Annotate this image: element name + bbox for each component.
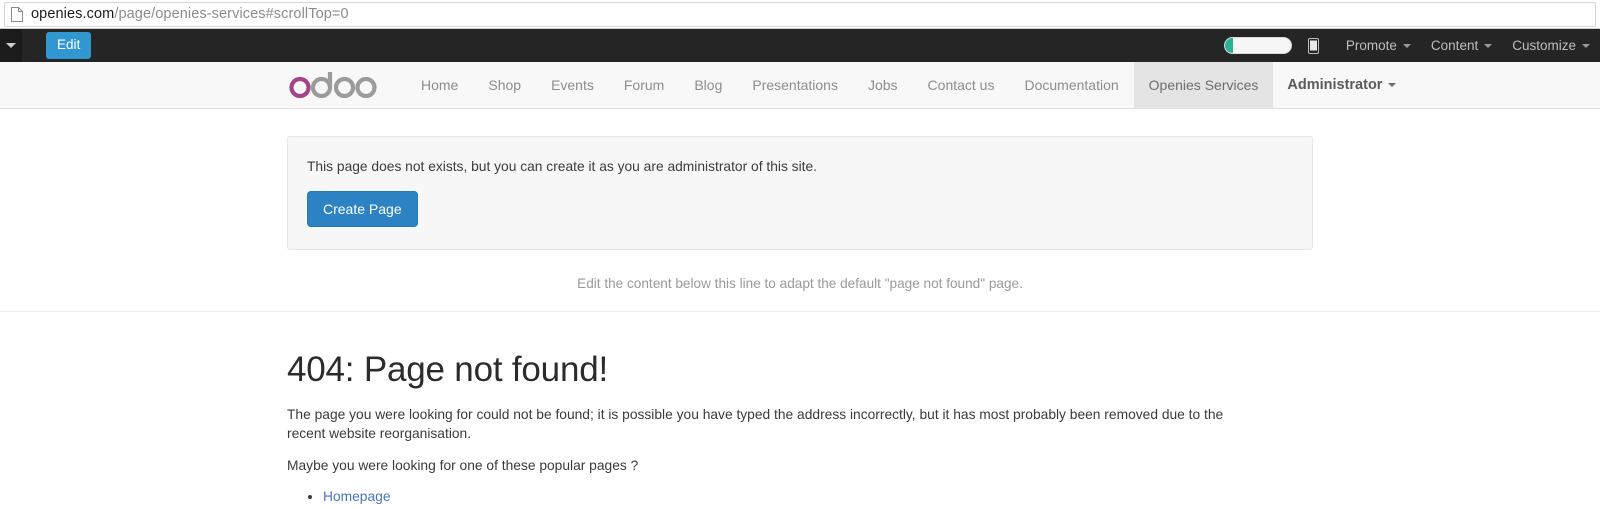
customize-menu[interactable]: Customize [1502,38,1600,53]
nav-link-presentations[interactable]: Presentations [737,62,853,108]
list-item[interactable]: Homepage [323,488,1313,506]
url-text: openies.com/page/openies-services#scroll… [31,6,349,22]
document-icon [11,6,23,22]
nav-link-shop[interactable]: Shop [473,62,536,108]
nav-link-forum[interactable]: Forum [609,62,679,108]
alert-message: This page does not exists, but you can c… [307,159,817,174]
page-body: This page does not exists, but you can c… [0,136,1600,509]
browser-url-bar: openies.com/page/openies-services#scroll… [0,0,1600,29]
nav-link-home[interactable]: Home [406,62,473,108]
nav-item-contact-us[interactable]: Contact us [913,62,1010,108]
chevron-down-icon [1402,44,1411,49]
url-input[interactable]: openies.com/page/openies-services#scroll… [4,1,1596,27]
edit-hint-text: Edit the content below this line to adap… [577,276,1023,292]
nav-item-blog[interactable]: Blog [679,62,737,108]
nav-item-shop[interactable]: Shop [473,62,536,108]
user-menu[interactable]: Administrator [1273,62,1410,108]
nav-link-contact-us[interactable]: Contact us [913,62,1010,108]
error-paragraph: The page you were looking for could not … [287,406,1224,441]
url-domain: openies.com [31,6,115,22]
promote-menu-label: Promote [1345,38,1397,53]
odoo-wordmark-icon [289,72,377,98]
site-header: Home Shop Events Forum Blog Presentation… [0,62,1600,109]
chevron-down-icon [1484,44,1493,49]
main-nav: Home Shop Events Forum Blog Presentation… [406,62,1274,108]
alert-container: This page does not exists, but you can c… [285,136,1315,291]
customize-menu-label: Customize [1512,38,1576,53]
chevron-down-icon [1388,83,1397,87]
content-menu[interactable]: Content [1421,38,1502,53]
progress-fill [1224,38,1233,53]
page-title: 404: Page not found! [287,350,608,390]
create-page-button[interactable]: Create Page [307,191,418,228]
user-menu-label: Administrator [1287,77,1383,93]
nav-link-jobs[interactable]: Jobs [853,62,913,108]
chevron-down-icon [6,43,16,48]
popular-pages-prompt: Maybe you were looking for one of these … [287,457,639,473]
mobile-preview-icon[interactable] [1307,37,1319,54]
editor-bar-toggle[interactable] [0,29,22,62]
nav-link-openies-services[interactable]: Openies Services [1133,62,1274,108]
error-content-container: 404: Page not found! The page you were l… [285,312,1315,509]
nav-item-presentations[interactable]: Presentations [737,62,853,108]
nav-link-events[interactable]: Events [536,62,609,108]
promote-menu[interactable]: Promote [1336,38,1421,53]
nav-item-jobs[interactable]: Jobs [853,62,913,108]
seo-progress-bar[interactable] [1223,37,1292,54]
content-menu-label: Content [1430,38,1479,53]
create-page-alert: This page does not exists, but you can c… [287,136,1313,251]
link-homepage[interactable]: Homepage [323,489,391,504]
odoo-editor-bar: Edit Promote Content Customize [0,29,1600,62]
chevron-down-icon [1582,44,1590,49]
editor-bar-right-group: Promote Content Customize [1223,29,1600,62]
odoo-logo[interactable] [285,62,384,108]
nav-item-openies-services[interactable]: Openies Services [1133,62,1274,108]
nav-link-blog[interactable]: Blog [679,62,737,108]
nav-item-events[interactable]: Events [536,62,609,108]
nav-item-forum[interactable]: Forum [609,62,679,108]
nav-link-documentation[interactable]: Documentation [1009,62,1133,108]
edit-button[interactable]: Edit [46,32,92,59]
url-path: /page/openies-services#scrollTop=0 [114,6,349,22]
nav-item-documentation[interactable]: Documentation [1009,62,1133,108]
popular-pages-list: Homepage Contact Us [323,488,1313,509]
nav-item-home[interactable]: Home [406,62,473,108]
site-header-inner: Home Shop Events Forum Blog Presentation… [285,62,1397,108]
